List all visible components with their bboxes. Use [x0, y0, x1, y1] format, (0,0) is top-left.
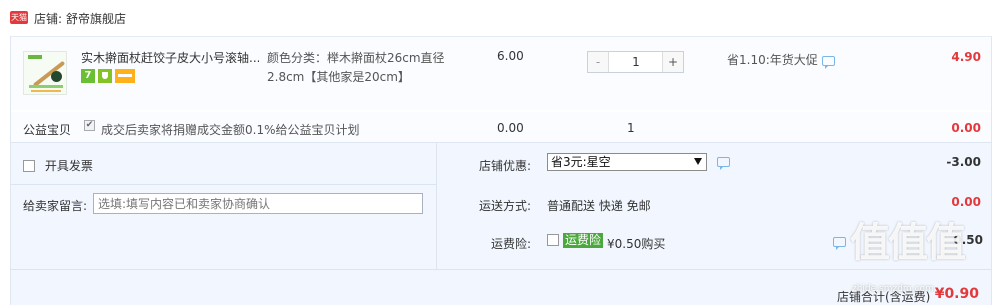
shipping-label: 运送方式: — [479, 199, 532, 213]
discount-select[interactable]: 省3元:星空 — [547, 153, 707, 171]
charity-price: 0.00 — [497, 121, 524, 135]
charity-total: 0.00 — [951, 121, 981, 135]
discount-amount: -3.00 — [946, 155, 981, 169]
charity-quantity: 1 — [627, 121, 635, 135]
sku-line-2: 2.8cm【其他家是20cm】 — [267, 70, 410, 84]
message-label: 给卖家留言: — [23, 199, 88, 213]
discount-label: 店铺优惠: — [479, 159, 532, 173]
product-title-link[interactable]: 实木擀面杖赶饺子皮大小号滚轴... — [81, 49, 259, 66]
insurance-label: 运费险: — [491, 237, 532, 251]
insurance-checkbox[interactable] — [547, 234, 559, 246]
invoice-option[interactable]: 开具发票 — [23, 157, 93, 174]
item-row: 实木擀面杖赶饺子皮大小号滚轴... 7 颜色分类：榉木擀面杖26cm直径 2.8… — [11, 36, 991, 110]
chat-icon[interactable] — [833, 237, 846, 250]
promotion-text: 省1.10:年货大促 — [727, 53, 818, 67]
guarantee-shield-icon[interactable] — [98, 69, 112, 83]
unit-price: 6.00 — [497, 49, 524, 63]
sku-line-1: 颜色分类：榉木擀面杖26cm直径 — [267, 51, 445, 65]
seller-message-input[interactable] — [93, 193, 423, 214]
promotion-info: 省1.10:年货大促 — [727, 51, 835, 69]
quantity-stepper: - + — [587, 51, 684, 73]
shop-label: 店铺: — [34, 12, 63, 26]
insurance-price: ¥0.50购买 — [607, 237, 666, 251]
shipping-amount: 0.00 — [951, 195, 981, 209]
quantity-input[interactable] — [610, 52, 662, 72]
credit-card-icon[interactable] — [115, 69, 135, 83]
dropdown-arrow-icon — [694, 158, 702, 165]
quantity-increase-button[interactable]: + — [662, 52, 683, 72]
shop-name-link[interactable]: 舒帝旗舰店 — [66, 10, 126, 27]
order-options: 开具发票 给卖家留言: 店铺优惠: 省3元:星空 -3.00 运送方式: 普通配… — [11, 142, 991, 305]
service-tags: 7 — [81, 69, 138, 85]
shipping-method: 普通配送 快递 免邮 — [547, 199, 651, 213]
invoice-checkbox[interactable] — [23, 159, 35, 172]
shop-header: 天猫 店铺: 舒帝旗舰店 — [0, 0, 994, 36]
charity-label: 公益宝贝 — [23, 123, 72, 137]
discount-selected-value: 省3元:星空 — [551, 155, 611, 169]
product-sku: 颜色分类：榉木擀面杖26cm直径 2.8cm【其他家是20cm】 — [267, 49, 457, 87]
charity-row: 公益宝贝 ✔ 成交后卖家将捐赠成交金额0.1%给公益宝贝计划 0.00 1 0.… — [11, 112, 991, 142]
shop-total-label: 店铺合计(含运费) — [837, 290, 931, 304]
seven-day-return-icon[interactable]: 7 — [81, 69, 95, 83]
chat-icon[interactable] — [717, 157, 730, 170]
insurance-badge: 运费险 — [563, 233, 604, 248]
chat-icon[interactable] — [821, 55, 835, 69]
divider — [436, 143, 437, 269]
product-thumbnail[interactable] — [23, 51, 67, 95]
item-subtotal: 4.90 — [951, 50, 981, 64]
tmall-icon: 天猫 — [10, 11, 28, 24]
shop-total-amount: ¥0.90 — [934, 286, 979, 302]
order-box: 实木擀面杖赶饺子皮大小号滚轴... 7 颜色分类：榉木擀面杖26cm直径 2.8… — [10, 36, 992, 305]
quantity-decrease-button[interactable]: - — [588, 52, 609, 72]
charity-checkbox: ✔ — [84, 120, 95, 131]
shop-total-row: 店铺合计(含运费) ¥0.90 — [11, 269, 991, 305]
charity-description: 成交后卖家将捐赠成交金额0.1%给公益宝贝计划 — [101, 123, 360, 137]
insurance-amount: 0.50 — [953, 233, 983, 247]
divider — [11, 184, 436, 185]
invoice-label: 开具发票 — [44, 159, 93, 173]
